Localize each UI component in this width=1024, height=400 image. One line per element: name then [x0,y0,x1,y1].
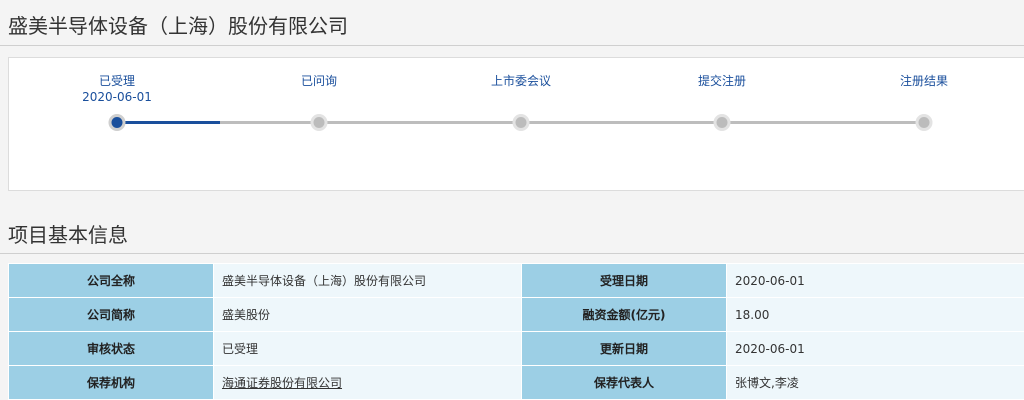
field-value-company-short-name: 盛美股份 [213,297,522,332]
step-label-inquired: 已问询 [300,74,338,88]
step-label-accepted: 已受理 [98,74,136,88]
field-label-sponsor-institution: 保荐机构 [8,365,214,400]
title-divider [0,45,1024,46]
table-row: 公司简称 盛美股份 融资金额(亿元) 18.00 [8,297,1024,332]
step-label-listing-committee: 上市委会议 [490,74,552,88]
field-value-update-date: 2020-06-01 [726,331,1024,366]
step-dot-registration-result [915,114,933,131]
field-value-review-status: 已受理 [213,331,522,366]
step-label-registration-result: 注册结果 [899,74,949,88]
field-label-review-status: 审核状态 [8,331,214,366]
table-row: 公司全称 盛美半导体设备（上海）股份有限公司 受理日期 2020-06-01 [8,263,1024,298]
step-dot-submit-registration [713,114,731,131]
progress-timeline: 已受理 2020-06-01 已问询 上市委会议 提交注册 注册结果 [8,57,1024,191]
table-row: 保荐机构 海通证券股份有限公司 保荐代表人 张博文,李凌 [8,365,1024,400]
step-label-submit-registration: 提交注册 [697,74,747,88]
field-label-financing-amount: 融资金额(亿元) [521,297,727,332]
field-value-company-full-name: 盛美半导体设备（上海）股份有限公司 [213,263,522,298]
field-label-update-date: 更新日期 [521,331,727,366]
step-date-accepted: 2020-06-01 [82,90,152,104]
step-dot-accepted [108,114,126,131]
field-label-sponsor-representatives: 保荐代表人 [521,365,727,400]
field-value-financing-amount: 18.00 [726,297,1024,332]
field-label-company-short-name: 公司简称 [8,297,214,332]
page-title: 盛美半导体设备（上海）股份有限公司 [8,14,348,38]
field-value-accept-date: 2020-06-01 [726,263,1024,298]
field-label-company-full-name: 公司全称 [8,263,214,298]
step-dot-listing-committee [512,114,530,131]
project-info-table: 公司全称 盛美半导体设备（上海）股份有限公司 受理日期 2020-06-01 公… [8,263,1024,400]
table-row: 审核状态 已受理 更新日期 2020-06-01 [8,331,1024,366]
field-value-sponsor-institution[interactable]: 海通证券股份有限公司 [213,365,522,400]
field-value-sponsor-representatives: 张博文,李凌 [726,365,1024,400]
sponsor-institution-link[interactable]: 海通证券股份有限公司 [222,376,342,390]
timeline-progress-bar [118,121,220,124]
field-label-accept-date: 受理日期 [521,263,727,298]
section-title-basic-info: 项目基本信息 [8,223,128,247]
section-divider [0,253,1024,254]
step-dot-inquired [310,114,328,131]
